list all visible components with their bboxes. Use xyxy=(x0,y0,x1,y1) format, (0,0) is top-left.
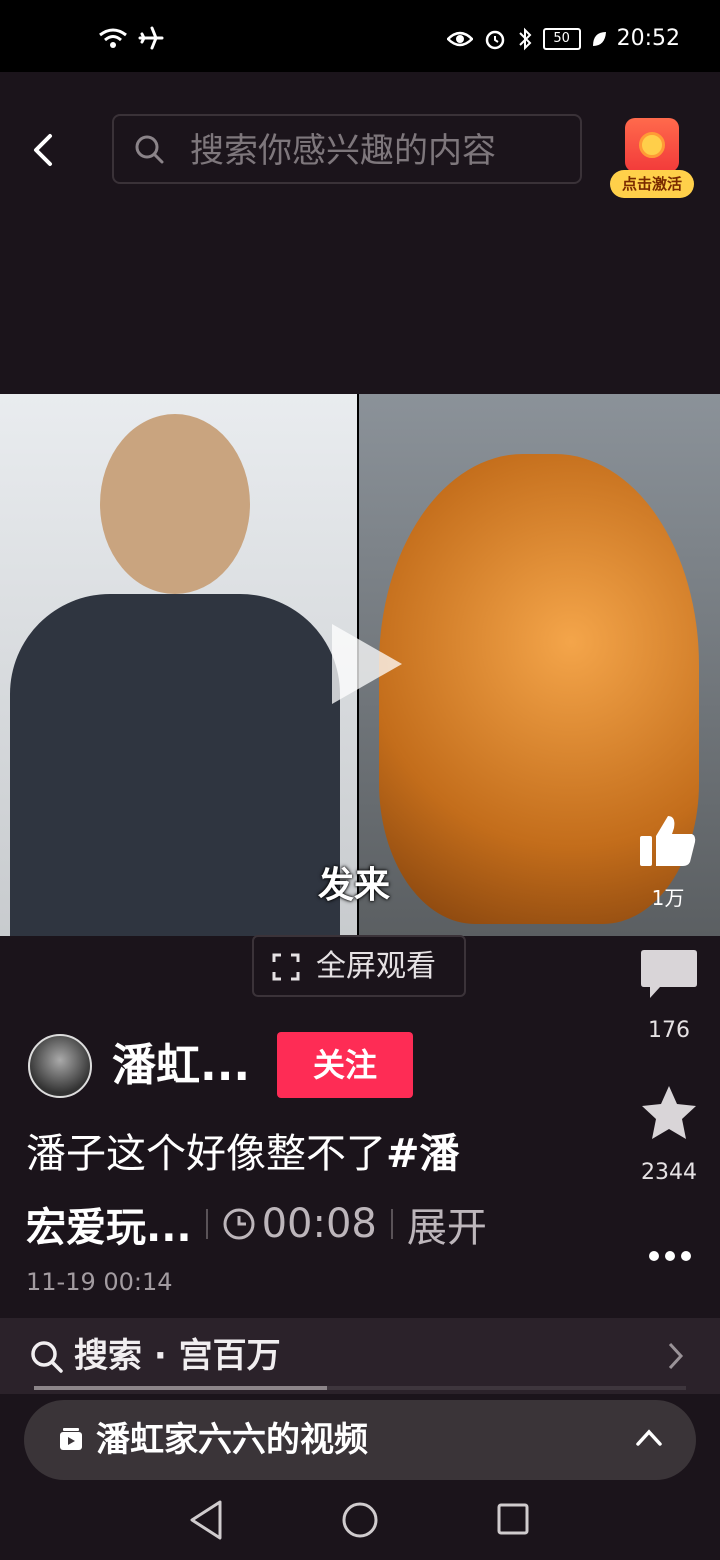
reward-label: 点击激活 xyxy=(610,170,694,198)
leaf-icon xyxy=(592,31,606,46)
nav-recent-apps-icon[interactable] xyxy=(496,1502,530,1536)
collection-label: 潘虹家六六的视频 xyxy=(96,1420,368,1460)
back-arrow-icon[interactable] xyxy=(24,130,64,170)
description-text: 潘子这个好像整不了 xyxy=(26,1131,386,1177)
comment-count: 176 xyxy=(648,1018,690,1043)
more-options-icon[interactable] xyxy=(648,1248,692,1264)
playlist-icon xyxy=(60,1428,82,1450)
hashtag-link[interactable]: #潘 xyxy=(386,1131,460,1177)
description-line-1: 潘子这个好像整不了#潘 xyxy=(26,1126,460,1182)
follow-button[interactable]: 关注 xyxy=(277,1032,413,1098)
hashtag-continuation[interactable]: 宏爱玩... xyxy=(26,1195,192,1253)
status-left-icons xyxy=(98,26,164,50)
person-head-shape xyxy=(100,414,250,594)
search-icon xyxy=(135,135,164,164)
video-progress-fill xyxy=(34,1386,328,1390)
like-count: 1万 xyxy=(651,886,685,910)
comment-icon[interactable] xyxy=(640,948,698,1000)
clock-icon xyxy=(223,1208,255,1240)
coin-icon xyxy=(639,132,665,158)
play-icon[interactable] xyxy=(332,624,402,704)
battery-indicator: 50 xyxy=(542,27,581,50)
alarm-icon xyxy=(485,30,504,49)
video-subtitle: 发来 xyxy=(318,865,391,906)
search-icon xyxy=(31,1341,63,1373)
clock: 20:52 xyxy=(616,26,680,51)
system-nav-bar xyxy=(0,1480,720,1560)
post-date: 11-19 00:14 xyxy=(26,1268,173,1296)
nav-back-icon[interactable] xyxy=(186,1498,226,1542)
description-line-2: 宏爱玩... 00:08 展开 xyxy=(26,1196,487,1252)
nav-home-icon[interactable] xyxy=(340,1500,380,1540)
search-placeholder: 搜索你感兴趣的内容 xyxy=(190,131,496,171)
video-left-half xyxy=(0,394,357,936)
airplane-mode-icon xyxy=(138,26,164,50)
author-name[interactable]: 潘虹... xyxy=(112,1036,250,1096)
bluetooth-icon xyxy=(518,27,532,50)
chevron-up-icon[interactable] xyxy=(634,1426,664,1450)
status-bar: 50 20:52 xyxy=(0,0,720,72)
wifi-icon xyxy=(99,28,127,48)
author-avatar[interactable] xyxy=(28,1034,92,1098)
eye-icon xyxy=(446,31,473,46)
divider xyxy=(205,1209,208,1239)
thumbs-up-icon[interactable] xyxy=(638,812,698,868)
fullscreen-label: 全屏观看 xyxy=(316,949,436,984)
related-search-bar[interactable]: 搜索 · 宫百万 xyxy=(0,1318,720,1394)
favorite-count: 2344 xyxy=(641,1160,697,1185)
person-body-shape xyxy=(10,594,340,936)
fullscreen-button[interactable]: 全屏观看 xyxy=(252,935,466,997)
video-duration: 00:08 xyxy=(261,1201,377,1247)
collection-bar[interactable]: 潘虹家六六的视频 xyxy=(24,1400,696,1480)
chevron-right-icon xyxy=(668,1342,684,1370)
status-right-icons: 50 20:52 xyxy=(446,26,680,51)
video-player[interactable]: 发来 1万 xyxy=(0,394,720,936)
divider xyxy=(390,1209,393,1239)
search-bar[interactable]: 搜索你感兴趣的内容 xyxy=(112,114,582,184)
reward-activate-button[interactable]: 点击激活 xyxy=(610,118,694,198)
expand-button[interactable]: 展开 xyxy=(407,1195,487,1253)
related-search-label: 搜索 · 宫百万 xyxy=(74,1336,281,1376)
star-favorite-icon[interactable] xyxy=(640,1084,698,1142)
fullscreen-icon xyxy=(272,953,300,981)
